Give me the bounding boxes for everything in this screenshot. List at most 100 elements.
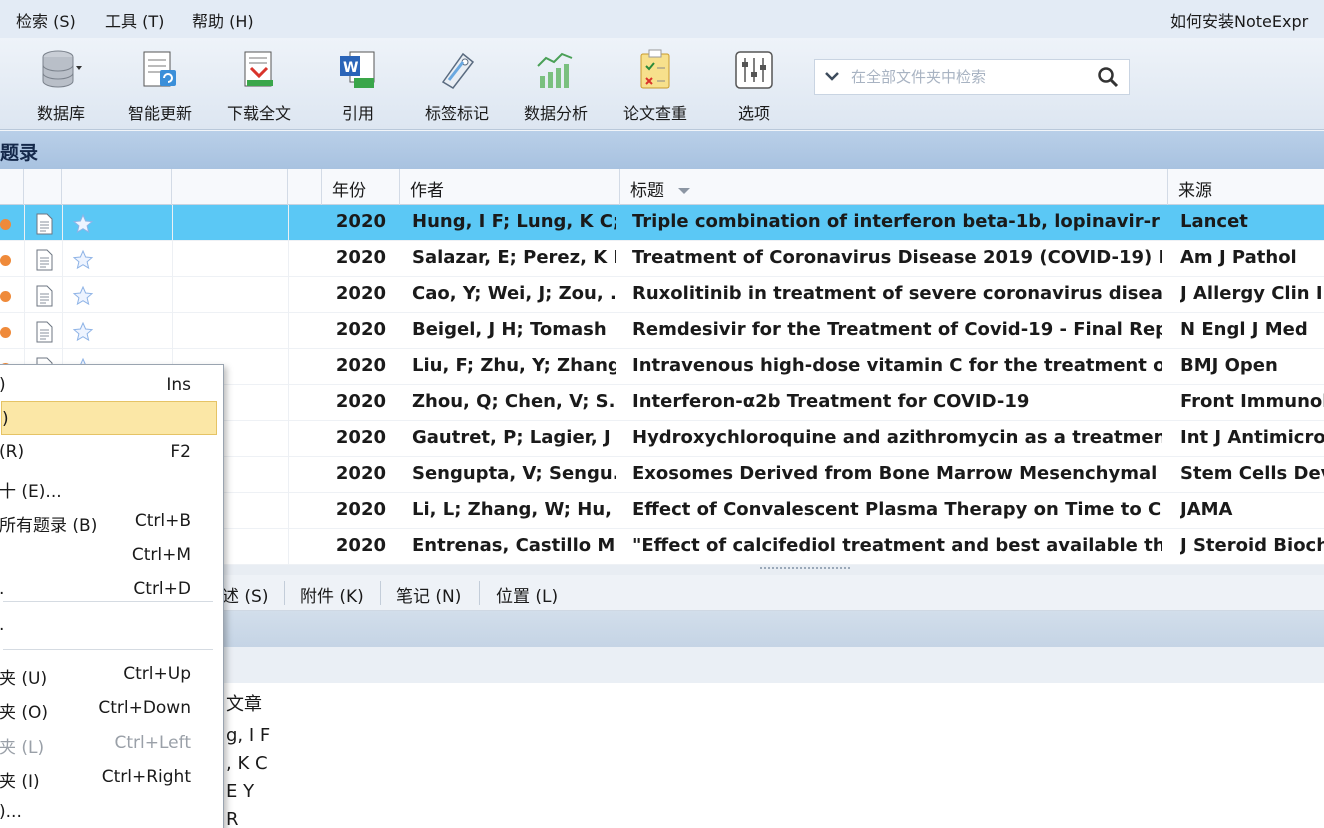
menu-item-shortcut: Ctrl+Right bbox=[101, 767, 191, 787]
cell-author: Sengupta, V; Sengu. bbox=[412, 463, 616, 484]
tab-attachments[interactable]: 附件 (K) bbox=[300, 582, 364, 607]
table-row[interactable]: 2020 Hung, I F; Lung, K C; Triple combinat… bbox=[0, 205, 1324, 241]
star-icon[interactable] bbox=[72, 321, 94, 343]
table-row[interactable]: 2020 Beigel, J H; Tomash Remdesivir for th… bbox=[0, 313, 1324, 349]
column-star[interactable] bbox=[62, 169, 172, 205]
column-divider bbox=[288, 205, 289, 565]
context-menu-item[interactable]: (R) F2 bbox=[0, 435, 221, 469]
context-menu-item[interactable]: )... bbox=[0, 795, 221, 828]
database-button[interactable]: 数据库 bbox=[16, 38, 106, 130]
document-icon[interactable] bbox=[34, 213, 54, 235]
table-row[interactable]: 2020 Salazar, E; Perez, K I Treatment of C… bbox=[0, 241, 1324, 277]
document-icon[interactable] bbox=[34, 321, 54, 343]
context-menu-item[interactable]: 夹 (L) Ctrl+Left bbox=[0, 726, 221, 760]
tab-summary[interactable]: 述 (S) bbox=[222, 582, 268, 607]
detail-author-line: g, I F bbox=[226, 725, 271, 746]
context-menu-item[interactable]: 夹 (O) Ctrl+Down bbox=[0, 691, 221, 725]
cite-button[interactable]: W 引用 bbox=[313, 38, 403, 130]
context-menu-item[interactable]: 夹 (U) Ctrl+Up bbox=[0, 657, 221, 691]
toolbar-label: 智能更新 bbox=[127, 104, 192, 123]
cell-title: Effect of Convalescent Plasma Therapy on… bbox=[632, 499, 1162, 520]
menu-item-label: 十 (E)... bbox=[0, 482, 62, 502]
column-year[interactable]: 年份 bbox=[322, 169, 400, 205]
toolbar-label: 下载全文 bbox=[226, 104, 291, 123]
menu-item-shortcut: Ctrl+Up bbox=[123, 664, 191, 684]
cell-year: 2020 bbox=[335, 355, 386, 376]
column-source-label: 来源 bbox=[1178, 181, 1212, 201]
detail-author-line: , K C bbox=[226, 753, 268, 774]
menu-help[interactable]: 帮助 (H) bbox=[192, 8, 254, 32]
search-input[interactable] bbox=[851, 64, 1091, 90]
cell-title: Intravenous high-dose vitamin C for the … bbox=[632, 355, 1162, 376]
tab-divider bbox=[380, 581, 381, 605]
cell-source: Lancet bbox=[1180, 211, 1248, 232]
search-icon[interactable] bbox=[1097, 66, 1119, 88]
chevron-down-icon[interactable] bbox=[823, 67, 841, 85]
cell-year: 2020 bbox=[335, 211, 386, 232]
download-fulltext-button[interactable]: 下载全文 bbox=[214, 38, 304, 130]
options-button[interactable]: 选项 bbox=[709, 38, 799, 130]
cite-word-icon: W bbox=[340, 51, 375, 88]
cell-source: Am J Pathol bbox=[1180, 247, 1297, 268]
menu-item-shortcut: Ctrl+D bbox=[133, 579, 191, 599]
menubar: 检索 (S) 工具 (T) 帮助 (H) 如何安装NoteExpr bbox=[0, 0, 1324, 38]
cell-title: Exosomes Derived from Bone Marrow Mesenc… bbox=[632, 463, 1158, 484]
tab-notes[interactable]: 笔记 (N) bbox=[396, 582, 461, 607]
context-menu-item[interactable]: Ctrl+M bbox=[0, 538, 221, 572]
column-author[interactable]: 作者 bbox=[400, 169, 620, 205]
detail-author-line: R bbox=[226, 809, 239, 828]
cell-title: Triple combination of interferon beta-1b… bbox=[632, 211, 1160, 232]
menu-search[interactable]: 检索 (S) bbox=[16, 8, 76, 32]
tab-location[interactable]: 位置 (L) bbox=[496, 582, 558, 607]
cell-source: Int J Antimicro bbox=[1180, 427, 1324, 448]
cell-year: 2020 bbox=[335, 427, 386, 448]
cell-title: Hydroxychloroquine and azithromycin as a… bbox=[632, 427, 1162, 448]
column-status[interactable] bbox=[0, 169, 24, 205]
column-source[interactable]: 来源 bbox=[1168, 169, 1324, 205]
menu-tools[interactable]: 工具 (T) bbox=[105, 8, 164, 32]
toolbar-label: 标签标记 bbox=[424, 104, 489, 123]
cell-year: 2020 bbox=[335, 535, 386, 556]
context-menu-item[interactable]: 夹 (I) Ctrl+Right bbox=[0, 760, 221, 794]
menu-item-label: 所有题录 (B) bbox=[0, 516, 98, 536]
menu-separator bbox=[3, 649, 213, 650]
menu-item-label: ) bbox=[2, 409, 9, 429]
column-year-label: 年份 bbox=[332, 181, 366, 201]
tab-divider bbox=[479, 581, 480, 605]
menu-item-label: ) bbox=[0, 375, 6, 395]
context-menu-item[interactable]: ) bbox=[1, 401, 217, 435]
menu-item-shortcut: Ctrl+Left bbox=[114, 733, 191, 753]
unread-dot-icon bbox=[0, 327, 11, 338]
column-blank-1[interactable] bbox=[172, 169, 288, 205]
document-icon[interactable] bbox=[34, 285, 54, 307]
column-title[interactable]: 标题 bbox=[620, 169, 1168, 205]
context-menu-item[interactable]: 所有题录 (B) Ctrl+B bbox=[0, 504, 221, 538]
tag-button[interactable]: 标签标记 bbox=[412, 38, 502, 130]
toolbar: 数据库 智能更新 下载全文 W 引用 标签标记 数据分析 论文查重 选项 在全部… bbox=[0, 38, 1324, 130]
menu-item-shortcut: Ctrl+M bbox=[131, 545, 191, 565]
cell-year: 2020 bbox=[335, 463, 386, 484]
menu-item-label: . bbox=[0, 579, 4, 599]
toolbar-label: 数据分析 bbox=[523, 104, 588, 123]
tab-divider bbox=[284, 581, 285, 605]
table-header: 年份 作者 标题 来源 bbox=[0, 169, 1324, 205]
document-icon[interactable] bbox=[34, 249, 54, 271]
star-icon[interactable] bbox=[72, 285, 94, 307]
menu-item-shortcut: Ctrl+Down bbox=[98, 698, 191, 718]
plagiarism-check-button[interactable]: 论文查重 bbox=[610, 38, 700, 130]
cell-title: Treatment of Coronavirus Disease 2019 (C… bbox=[632, 247, 1162, 268]
menu-item-label: . bbox=[0, 615, 4, 635]
context-menu-item[interactable]: 十 (E)... bbox=[0, 470, 221, 504]
star-icon[interactable] bbox=[72, 213, 94, 235]
table-row[interactable]: 2020 Cao, Y; Wei, J; Zou, . Ruxolitinib in… bbox=[0, 277, 1324, 313]
menu-item-label: (R) bbox=[0, 442, 25, 462]
context-menu-item[interactable]: . bbox=[0, 608, 221, 642]
context-menu-item[interactable]: ) Ins bbox=[0, 368, 221, 402]
column-blank-2[interactable] bbox=[288, 169, 322, 205]
column-attachment[interactable] bbox=[24, 169, 62, 205]
menu-item-label: 夹 (I) bbox=[0, 772, 40, 792]
smart-update-button[interactable]: 智能更新 bbox=[115, 38, 205, 130]
data-analysis-button[interactable]: 数据分析 bbox=[511, 38, 601, 130]
install-help-link[interactable]: 如何安装NoteExpr bbox=[1170, 8, 1308, 32]
star-icon[interactable] bbox=[72, 249, 94, 271]
